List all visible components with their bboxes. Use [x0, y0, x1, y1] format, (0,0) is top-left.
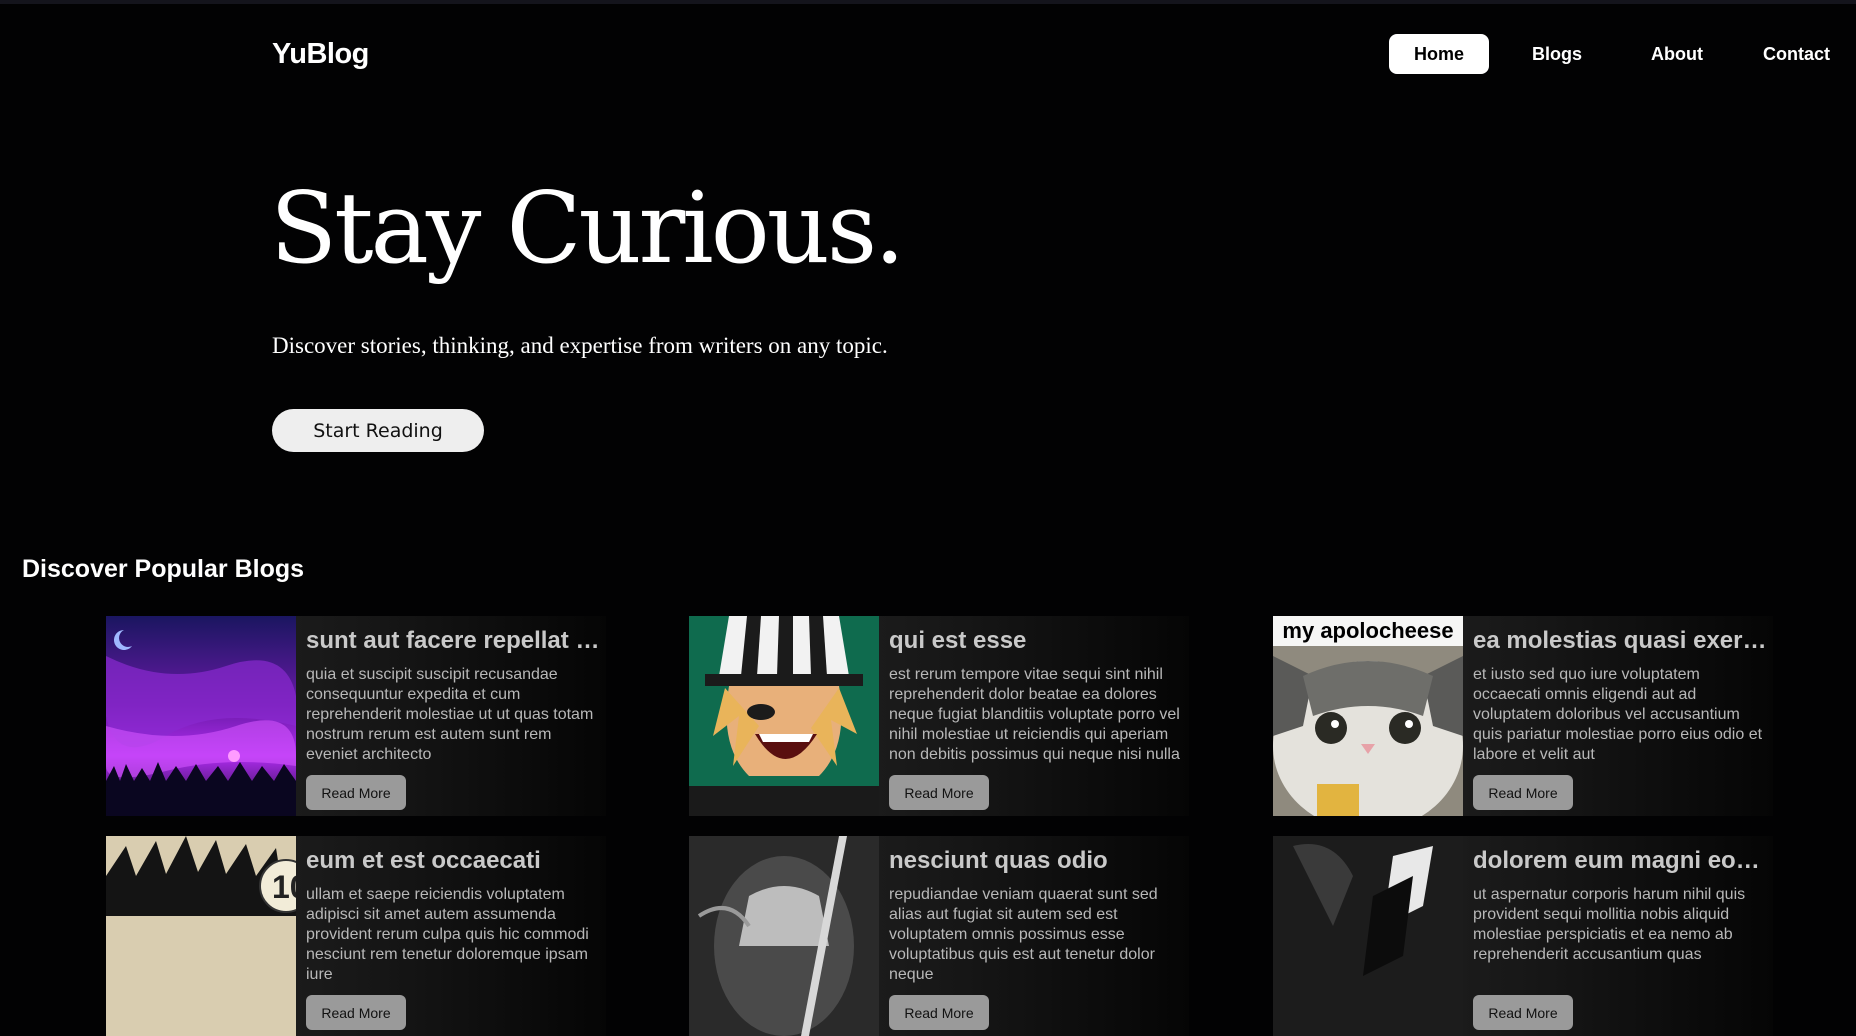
card-excerpt: ullam et saepe reiciendis voluptatem adi… [306, 886, 589, 983]
card-title: dolorem eum magni eos aperiam quia [1473, 847, 1771, 874]
hero-title: Stay Curious. [270, 172, 905, 286]
blog-card: my apolocheese ea molestias quasi exerci… [1273, 616, 1773, 816]
read-more-button[interactable]: Read More [306, 775, 406, 810]
card-excerpt: quia et suscipit suscipit recusandae con… [306, 666, 594, 763]
card-excerpt: repudiandae veniam quaerat sunt sed alia… [889, 886, 1158, 983]
nav-home[interactable]: Home [1389, 34, 1489, 74]
hero-subtitle: Discover stories, thinking, and expertis… [272, 333, 888, 358]
blog-card: 10 eum et est occaecati ullam et saepe r… [106, 836, 606, 1036]
svg-text:10: 10 [272, 869, 296, 905]
blog-card: sunt aut facere repellat provident occae… [106, 616, 606, 816]
card-title: sunt aut facere repellat provident occae… [306, 627, 604, 654]
card-title: eum et est occaecati [306, 847, 541, 874]
brand-logo[interactable]: YuBlog [272, 38, 369, 71]
read-more-button[interactable]: Read More [306, 995, 406, 1030]
top-border [0, 0, 1856, 4]
read-more-button[interactable]: Read More [1473, 775, 1573, 810]
blog-card: qui est esse est rerum tempore vitae seq… [689, 616, 1189, 816]
read-more-button[interactable]: Read More [1473, 995, 1573, 1030]
nav-about[interactable]: About [1627, 34, 1727, 74]
start-reading-button[interactable]: Start Reading [272, 409, 484, 452]
card-excerpt: ut aspernatur corporis harum nihil quis … [1473, 886, 1746, 963]
read-more-button[interactable]: Read More [889, 995, 989, 1030]
blog-card: nesciunt quas odio repudiandae veniam qu… [689, 836, 1189, 1036]
grayscale-dark-figure-image [1273, 836, 1463, 1036]
card-title: nesciunt quas odio [889, 847, 1108, 874]
card-title: qui est esse [889, 627, 1027, 654]
anime-character-striped-hat-image [689, 616, 879, 816]
grayscale-wizard-image [689, 836, 879, 1036]
anime-spiky-hair-image: 10 [106, 836, 296, 1036]
card-excerpt: et iusto sed quo iure voluptatem occaeca… [1473, 666, 1763, 763]
read-more-button[interactable]: Read More [889, 775, 989, 810]
top-navbar: YuBlog Home Blogs About Contact [272, 34, 1830, 76]
card-excerpt: est rerum tempore vitae sequi sint nihil… [889, 666, 1180, 763]
cat-meme-image: my apolocheese [1273, 616, 1463, 816]
card-title: ea molestias quasi exercitationem repell… [1473, 627, 1771, 654]
purple-night-sky-image [106, 616, 296, 816]
section-title: Discover Popular Blogs [22, 555, 305, 583]
nav-contact[interactable]: Contact [1744, 34, 1849, 74]
blog-card: dolorem eum magni eos aperiam quia ut as… [1273, 836, 1773, 1036]
image-caption: my apolocheese [1273, 616, 1463, 646]
nav-blogs[interactable]: Blogs [1507, 34, 1607, 74]
